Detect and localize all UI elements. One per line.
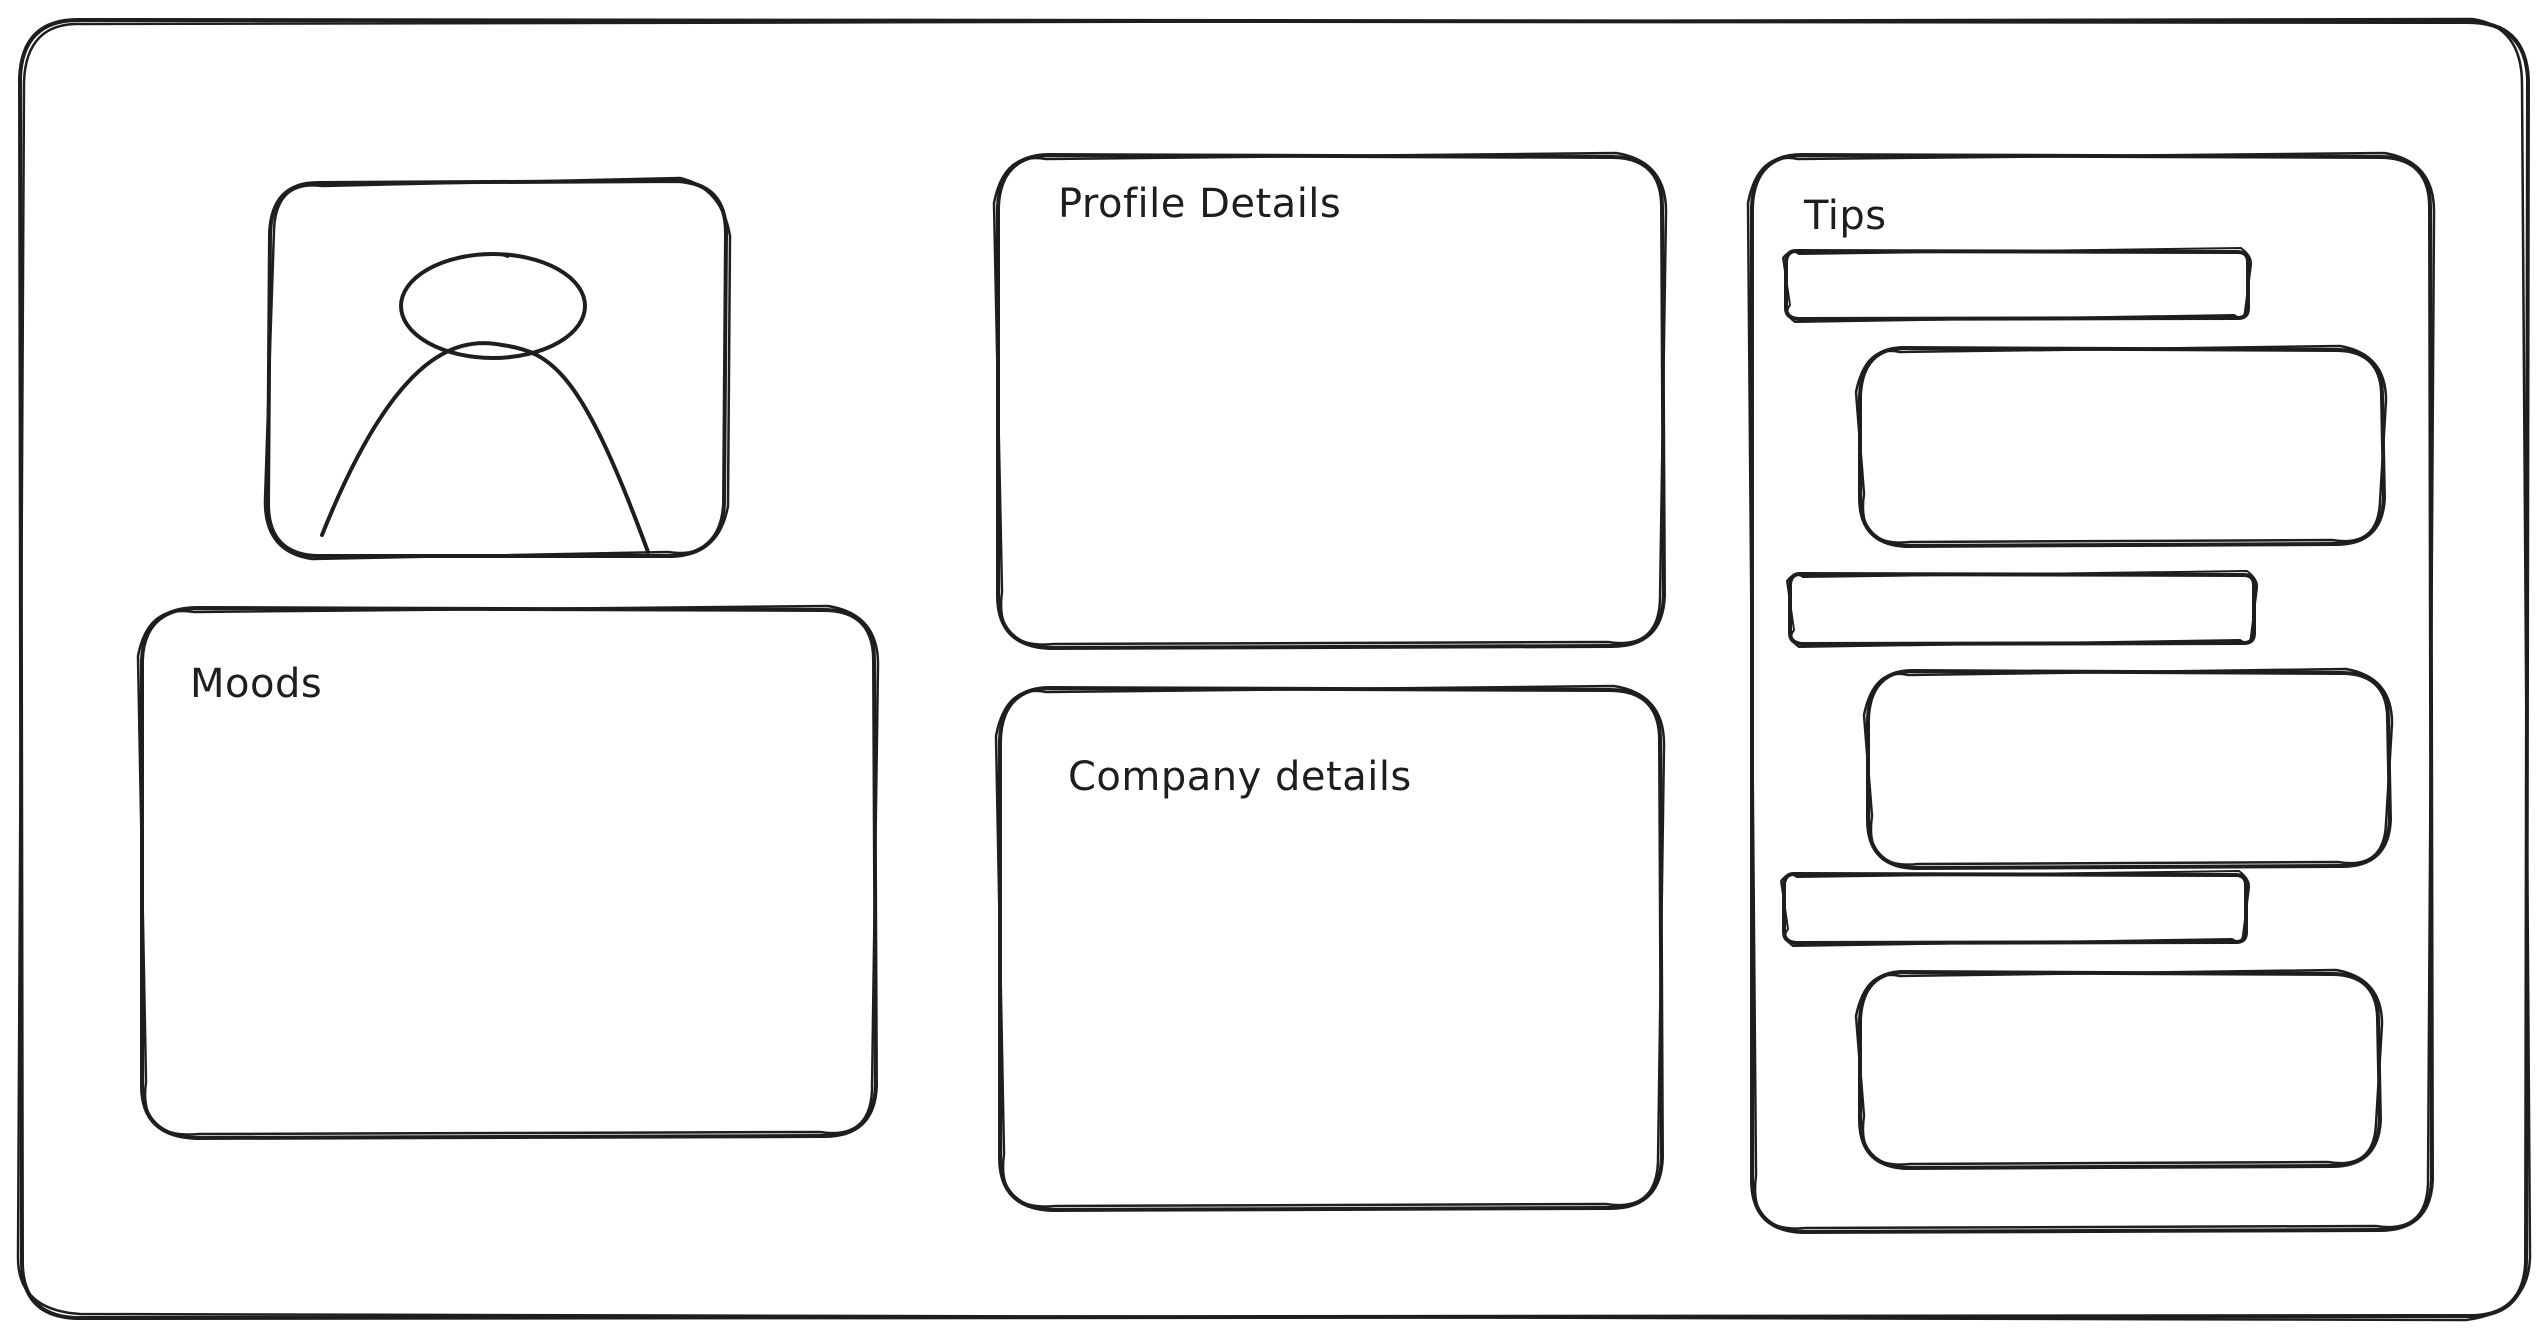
tip-card-1 [1854, 344, 2388, 548]
tip-title-bar-1 [1782, 247, 2253, 323]
tip-title-bar-3 [1780, 870, 2251, 947]
user-icon [320, 252, 650, 554]
tip-title-bar-2 [1786, 570, 2259, 648]
profile-details-title: Profile Details [1058, 181, 1342, 227]
tip-card-2 [1862, 667, 2394, 870]
moods-title: Moods [190, 661, 323, 707]
tip-card-3 [1854, 968, 2384, 1170]
tips-title: Tips [1804, 193, 1887, 239]
company-details-title: Company details [1068, 754, 1412, 800]
tips-panel [1746, 151, 2436, 1234]
